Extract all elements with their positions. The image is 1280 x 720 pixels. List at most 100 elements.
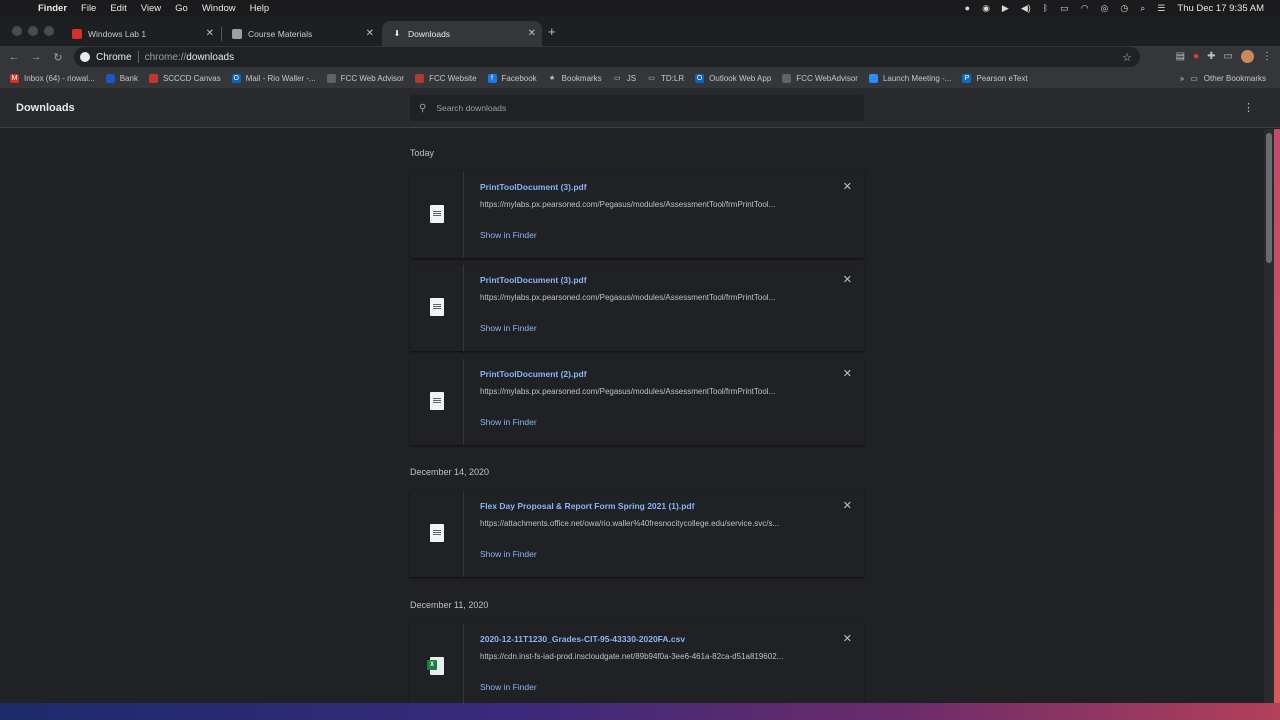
file-name-link[interactable]: Flex Day Proposal & Report Form Spring 2… (480, 501, 694, 511)
show-in-finder-link[interactable]: Show in Finder (480, 682, 537, 692)
reload-icon[interactable]: ↻ (48, 51, 68, 64)
bookmark-item[interactable]: ▭ TD:LR (647, 74, 684, 83)
bookmark-item[interactable]: FCC Website (415, 73, 477, 83)
menu-app-finder[interactable]: Finder (38, 3, 67, 14)
battery-icon[interactable]: ▭ (1060, 3, 1069, 14)
search-downloads-input[interactable]: ⚲ Search downloads (410, 95, 864, 121)
search-placeholder: Search downloads (436, 103, 507, 113)
close-icon[interactable]: ✕ (366, 28, 374, 39)
zoom-window-button[interactable] (44, 26, 54, 36)
bookmark-star-icon[interactable]: ☆ (1122, 51, 1132, 64)
menu-file[interactable]: File (81, 3, 96, 14)
tab-downloads[interactable]: ⬇ Downloads ✕ (382, 21, 542, 46)
file-icon-cell (410, 172, 464, 258)
volume-icon[interactable]: ◀) (1021, 3, 1031, 14)
bluetooth-icon[interactable]: ᛒ (1043, 3, 1048, 13)
spotlight-search-icon[interactable]: ⌕ (1140, 3, 1145, 14)
tab-course-materials[interactable]: Course Materials ✕ (222, 21, 380, 46)
gmail-icon: M (10, 73, 19, 83)
bookmark-item[interactable]: FCC WebAdvisor (782, 73, 858, 83)
document-file-icon[interactable] (430, 524, 444, 542)
source-url-link[interactable]: https://mylabs.px.pearsoned.com/Pegasus/… (480, 200, 820, 209)
source-url-link[interactable]: https://attachments.office.net/owa/rio.w… (480, 519, 820, 528)
chevron-right-icon[interactable]: » (1180, 74, 1184, 83)
lastpass-icon[interactable]: ● (1193, 51, 1199, 62)
outlook-icon: O (231, 73, 241, 83)
other-bookmarks[interactable]: » ▭ Other Bookmarks (1180, 74, 1266, 83)
microphone-icon[interactable]: ● (965, 3, 970, 13)
source-url-link[interactable]: https://mylabs.px.pearsoned.com/Pegasus/… (480, 293, 820, 302)
bookmark-item[interactable]: O Mail - Rio Waller -... (231, 73, 316, 83)
user-icon[interactable]: ◎ (1101, 3, 1109, 14)
menu-go[interactable]: Go (175, 3, 188, 14)
show-in-finder-link[interactable]: Show in Finder (480, 549, 537, 559)
tab-windows-lab[interactable]: Windows Lab 1 ✕ (62, 21, 220, 46)
other-bookmarks-label: Other Bookmarks (1203, 73, 1266, 83)
play-icon[interactable]: ▶ (1002, 3, 1009, 14)
screen-record-icon[interactable]: ◉ (982, 3, 990, 14)
show-in-finder-link[interactable]: Show in Finder (480, 230, 537, 240)
file-name-link[interactable]: PrintToolDocument (3).pdf (480, 182, 587, 192)
file-name-link[interactable]: PrintToolDocument (3).pdf (480, 275, 587, 285)
wifi-off-icon[interactable]: ◠ (1081, 3, 1089, 14)
more-actions-icon[interactable]: ⋮ (1243, 101, 1254, 114)
date-heading: Today (410, 148, 435, 158)
file-name-link[interactable]: 2020-12-11T1230_Grades-CIT-95-43330-2020… (480, 634, 685, 644)
bookmark-item[interactable]: Bank (105, 73, 138, 83)
remove-from-list-icon[interactable]: ✕ (843, 367, 852, 380)
show-in-finder-link[interactable]: Show in Finder (480, 417, 537, 427)
bookmark-item[interactable]: ★ Bookmarks (548, 74, 602, 83)
bookmark-item[interactable]: Launch Meeting -... (868, 73, 951, 83)
document-file-icon[interactable] (430, 298, 444, 316)
control-center-icon[interactable]: ☰ (1157, 3, 1165, 14)
bookmark-label: Outlook Web App (709, 73, 772, 83)
bookmark-label: FCC WebAdvisor (796, 73, 858, 83)
close-icon[interactable]: ✕ (528, 28, 536, 39)
address-bar[interactable]: Chrome chrome:// downloads ☆ (74, 47, 1140, 67)
bookmark-item[interactable]: O Outlook Web App (695, 73, 772, 83)
bookmark-item[interactable]: f Facebook (487, 73, 537, 83)
bookmark-item[interactable]: ▭ JS (613, 74, 636, 83)
extension-icon[interactable]: ▤ (1176, 51, 1185, 62)
document-file-icon[interactable] (430, 392, 444, 410)
menu-window[interactable]: Window (202, 3, 236, 14)
cast-icon[interactable]: ▭ (1224, 51, 1233, 62)
excel-file-icon[interactable]: X (427, 657, 444, 675)
pearson-icon: P (962, 73, 972, 83)
canvas-icon (148, 73, 158, 83)
show-in-finder-link[interactable]: Show in Finder (480, 323, 537, 333)
remove-from-list-icon[interactable]: ✕ (843, 632, 852, 645)
search-icon: ⚲ (419, 102, 427, 114)
new-tab-button[interactable]: + (548, 24, 556, 39)
bookmark-item[interactable]: FCC Web Advisor (326, 73, 404, 83)
source-url-link[interactable]: https://mylabs.px.pearsoned.com/Pegasus/… (480, 387, 820, 396)
bookmark-item[interactable]: SCCCD Canvas (148, 73, 221, 83)
bookmark-item[interactable]: P Pearson eText (962, 73, 1028, 83)
puzzle-extensions-icon[interactable]: ✚ (1207, 51, 1215, 62)
back-arrow-icon[interactable]: ← (4, 51, 24, 63)
scrollbar-thumb[interactable] (1266, 133, 1272, 263)
menu-edit[interactable]: Edit (110, 3, 126, 14)
downloads-list: Today PrintToolDocument (3).pdf https://my… (0, 129, 1264, 703)
remove-from-list-icon[interactable]: ✕ (843, 180, 852, 193)
minimize-window-button[interactable] (28, 26, 38, 36)
time-machine-icon[interactable]: ◷ (1120, 3, 1128, 14)
menubar-clock[interactable]: Thu Dec 17 9:35 AM (1177, 3, 1264, 14)
bookmark-label: Pearson eText (976, 73, 1028, 83)
menu-view[interactable]: View (141, 3, 161, 14)
sheet-icon (72, 28, 82, 39)
bookmark-item[interactable]: M Inbox (64) - riowal... (10, 73, 95, 83)
remove-from-list-icon[interactable]: ✕ (843, 499, 852, 512)
macos-menubar: Finder File Edit View Go Window Help ● ◉… (0, 0, 1280, 16)
menu-help[interactable]: Help (250, 3, 270, 14)
file-name-link[interactable]: PrintToolDocument (2).pdf (480, 369, 587, 379)
close-icon[interactable]: ✕ (206, 28, 214, 39)
remove-from-list-icon[interactable]: ✕ (843, 273, 852, 286)
forward-arrow-icon[interactable]: → (26, 51, 46, 63)
close-window-button[interactable] (12, 26, 22, 36)
scrollbar[interactable] (1264, 129, 1274, 703)
document-file-icon[interactable] (430, 205, 444, 223)
profile-avatar[interactable] (1241, 50, 1254, 63)
chrome-menu-icon[interactable]: ⋮ (1262, 51, 1272, 62)
source-url-link[interactable]: https://cdn.inst-fs-iad-prod.inscloudgat… (480, 652, 820, 661)
